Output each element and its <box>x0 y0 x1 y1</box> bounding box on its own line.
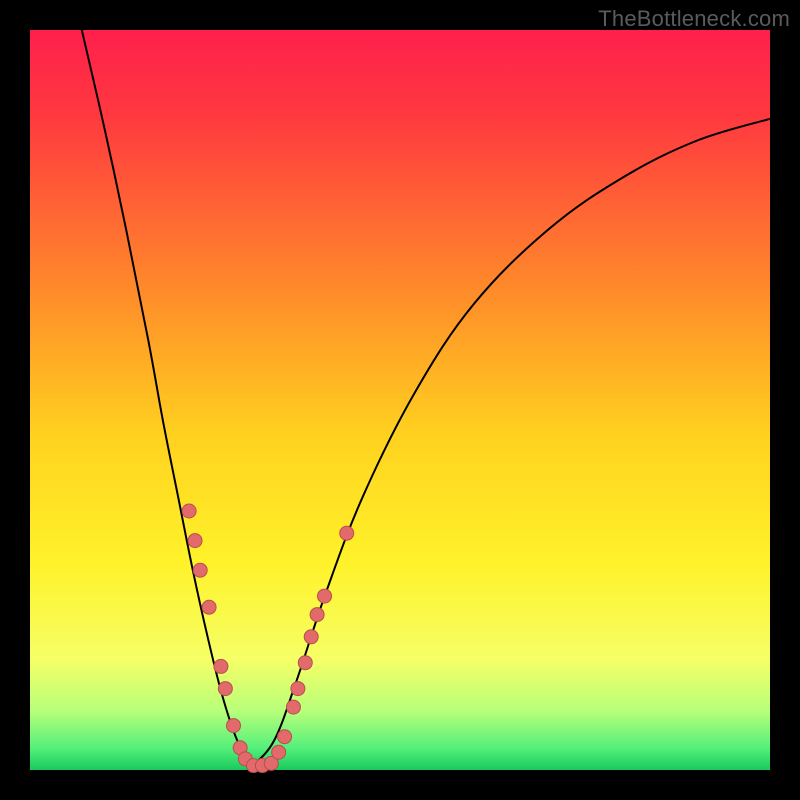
data-marker <box>182 504 196 518</box>
watermark-text: TheBottleneck.com <box>598 6 790 32</box>
curve-left-arm <box>82 30 252 766</box>
data-marker <box>340 526 354 540</box>
data-marker <box>304 630 318 644</box>
data-marker <box>318 589 332 603</box>
data-marker <box>193 563 207 577</box>
data-marker <box>202 600 216 614</box>
data-marker <box>298 656 312 670</box>
data-marker <box>214 659 228 673</box>
chart-svg <box>30 30 770 770</box>
data-marker <box>291 682 305 696</box>
data-marker <box>272 745 286 759</box>
data-marker <box>278 730 292 744</box>
data-marker <box>188 534 202 548</box>
data-marker <box>218 682 232 696</box>
curve-right-arm <box>252 119 770 767</box>
data-marker <box>310 608 324 622</box>
data-marker <box>286 700 300 714</box>
frame-border: TheBottleneck.com <box>0 0 800 800</box>
data-marker <box>227 719 241 733</box>
